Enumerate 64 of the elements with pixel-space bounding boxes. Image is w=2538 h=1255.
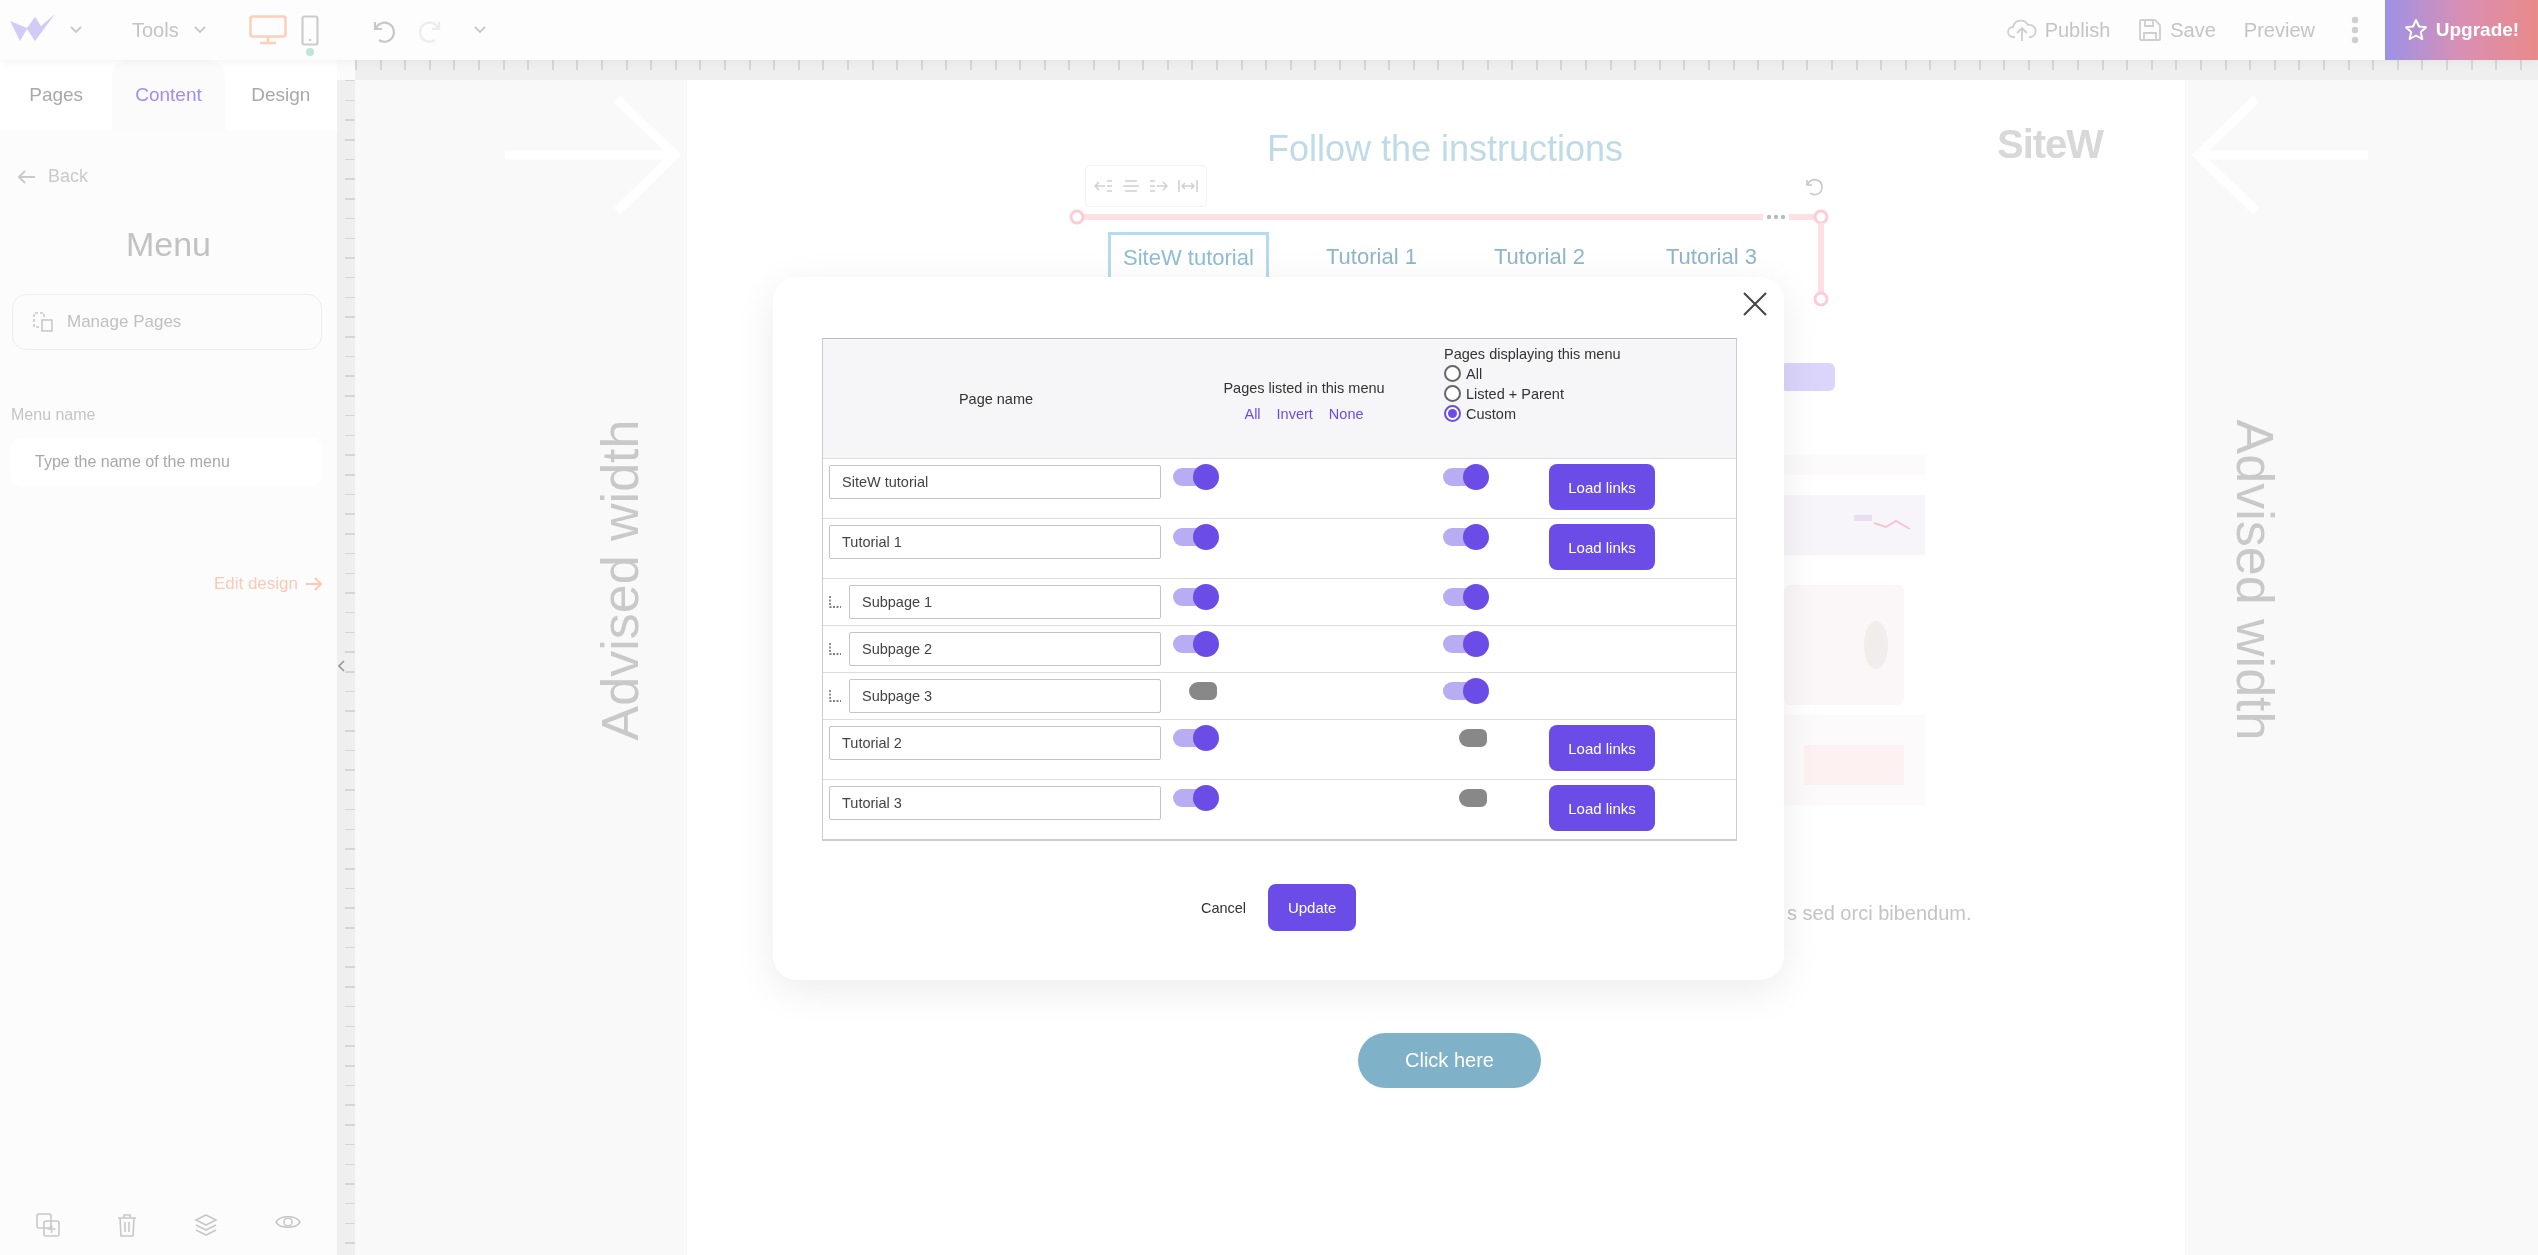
caret-icon[interactable] (192, 25, 207, 35)
toggle-switch[interactable] (1443, 524, 1489, 550)
radio-option[interactable]: All (1444, 365, 1483, 382)
column-header: Page name (958, 390, 1034, 407)
load-links-button[interactable]: Load links (1549, 725, 1655, 771)
tree-branch-icon (829, 596, 841, 608)
page-name-field[interactable]: Tutorial 3 (829, 786, 1161, 820)
close-icon[interactable] (1742, 291, 1768, 317)
mobile-icon[interactable] (300, 15, 319, 57)
toggle-switch[interactable] (1173, 464, 1219, 490)
page-name-field[interactable]: Subpage 2 (849, 632, 1161, 666)
toggle-switch[interactable] (1173, 725, 1219, 751)
select-link[interactable]: Invert (1276, 405, 1313, 422)
stretch-width-icon[interactable] (1178, 178, 1198, 194)
sidebar-tab[interactable]: Content (112, 60, 225, 130)
update-button[interactable]: Update (1268, 884, 1357, 931)
tree-branch-icon (829, 690, 841, 702)
arrow-right-icon (306, 577, 322, 591)
panel-title: Menu (124, 225, 213, 264)
page-name-field[interactable]: Tutorial 2 (829, 726, 1161, 760)
star-icon (2403, 18, 2428, 42)
toggle-switch[interactable] (1443, 678, 1489, 704)
caret-icon[interactable] (472, 25, 487, 35)
tree-branch-icon (829, 643, 841, 655)
toggle-switch[interactable] (1173, 631, 1219, 657)
align-center-icon[interactable] (1122, 178, 1140, 194)
duplicate-icon[interactable] (36, 1213, 61, 1237)
rotate-icon[interactable] (1803, 176, 1825, 198)
page-name-field[interactable]: Subpage 1 (849, 585, 1161, 619)
align-left-icon[interactable] (1094, 178, 1112, 194)
page-name-field[interactable]: Tutorial 1 (829, 525, 1161, 559)
toggle-switch[interactable] (1443, 464, 1489, 490)
toggle-switch[interactable] (1173, 524, 1219, 550)
body-text: s sed orci bibendum. (1787, 902, 1972, 925)
cancel-button[interactable]: Cancel (1200, 899, 1247, 916)
load-links-button[interactable]: Load links (1549, 785, 1655, 831)
more-options-icon[interactable] (2351, 16, 2359, 44)
selection-frame-top-edge[interactable] (1069, 209, 1829, 225)
eye-icon[interactable] (274, 1213, 301, 1231)
radio-option[interactable]: Custom (1444, 405, 1516, 422)
page-name-field[interactable]: SiteW tutorial (829, 465, 1161, 499)
load-links-button[interactable]: Load links (1549, 464, 1655, 510)
trash-icon[interactable] (117, 1213, 138, 1237)
collapse-caret-icon[interactable] (338, 660, 346, 672)
page-heading: Follow the instructions (1266, 128, 1624, 170)
align-right-icon[interactable] (1150, 178, 1168, 194)
arrow-left-icon (18, 169, 36, 184)
selection-frame-right-edge[interactable] (1813, 223, 1829, 307)
column-header: Pages displaying this menu (1444, 346, 1621, 362)
page-name-field[interactable]: Subpage 3 (849, 679, 1161, 713)
layers-icon[interactable] (193, 1213, 218, 1237)
caret-icon[interactable] (69, 25, 83, 35)
pages-icon (33, 312, 53, 332)
select-link[interactable]: All (1244, 405, 1261, 422)
upload-cloud-icon[interactable] (2006, 18, 2037, 42)
load-links-button[interactable]: Load links (1549, 524, 1655, 570)
desktop-icon[interactable] (248, 15, 287, 45)
radio-option[interactable]: Listed + Parent (1444, 385, 1564, 402)
column-header: Pages listed in this menu (1223, 379, 1385, 396)
toggle-switch[interactable] (1173, 584, 1219, 610)
select-link[interactable]: None (1328, 405, 1364, 422)
toggle-switch[interactable] (1173, 785, 1219, 811)
toggle-switch[interactable] (1443, 631, 1489, 657)
toggle-switch[interactable] (1443, 584, 1489, 610)
